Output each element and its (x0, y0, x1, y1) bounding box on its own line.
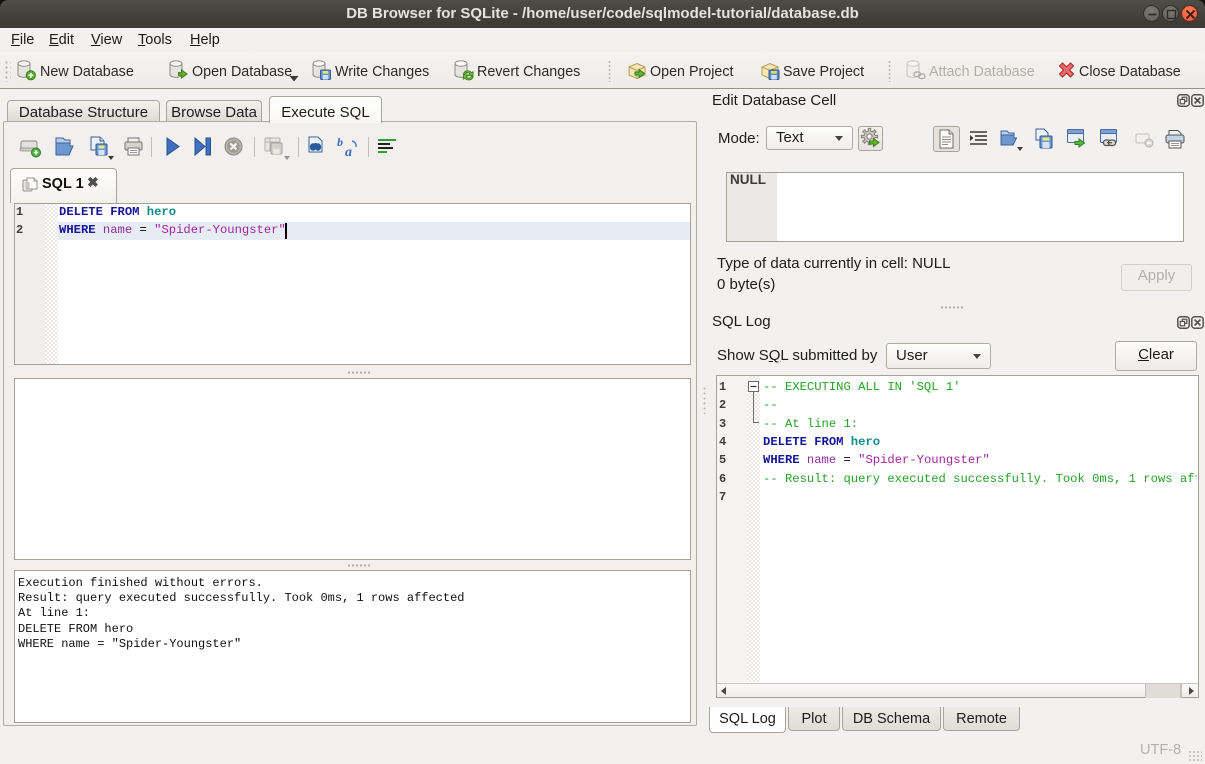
svg-text:b: b (337, 135, 343, 149)
svg-text:a: a (345, 145, 352, 160)
